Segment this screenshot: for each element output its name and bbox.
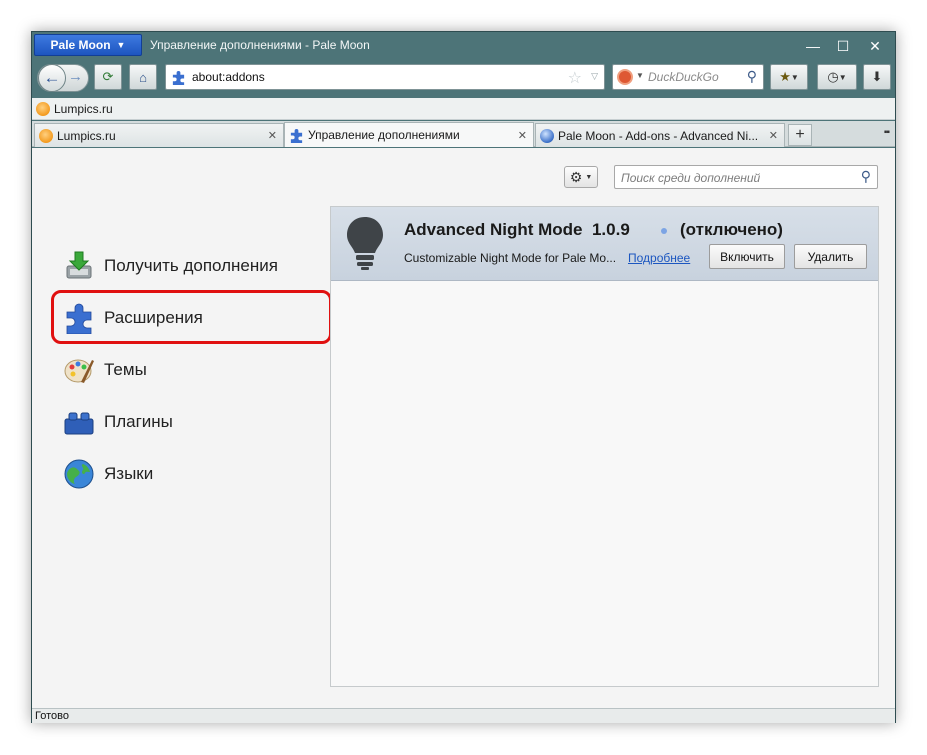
search-engine-placeholder: DuckDuckGo	[648, 70, 719, 84]
tab-addons-manager[interactable]: Управление дополнениями ✕	[284, 122, 534, 147]
enable-addon-button[interactable]: Включить	[709, 244, 785, 269]
addon-more-link[interactable]: Подробнее	[628, 251, 690, 265]
lumpics-favicon-icon	[39, 128, 53, 143]
tab-lumpics[interactable]: Lumpics.ru ✕	[34, 123, 284, 147]
page-window-title: Управление дополнениями - Pale Moon	[150, 38, 370, 52]
download-addons-icon	[62, 249, 96, 283]
close-tab-icon[interactable]: ✕	[769, 129, 778, 142]
category-label: Языки	[104, 464, 154, 483]
clock-icon: ◷	[827, 69, 839, 84]
category-get-addons[interactable]: Получить дополнения	[62, 246, 322, 286]
pale-moon-globe-icon	[540, 128, 554, 143]
addon-description: Customizable Night Mode for Pale Mo...	[404, 251, 617, 265]
lumpics-favicon-icon	[36, 102, 50, 116]
bookmark-item[interactable]: Lumpics.ru	[36, 102, 113, 116]
home-button[interactable]: ⌂	[129, 64, 157, 90]
arrow-right-icon: →	[68, 68, 83, 85]
extensions-highlight-frame	[51, 290, 332, 344]
duckduckgo-icon[interactable]	[617, 69, 633, 85]
remove-addon-button[interactable]: Удалить	[794, 244, 867, 269]
app-menu-button[interactable]: Pale Moon ▼	[34, 34, 142, 56]
downloads-button[interactable]: ⬇	[863, 64, 891, 90]
search-icon[interactable]: ⚲	[861, 168, 871, 185]
engine-dropdown-icon[interactable]: ▼	[636, 71, 644, 80]
navigation-toolbar: ← → ⟳ ⌂ about:addons ☆ ▽ ▼ DuckDuckGo ⚲	[32, 60, 895, 96]
history-menu-button[interactable]: ◷ ▼	[817, 64, 857, 90]
category-languages[interactable]: Языки	[62, 454, 322, 494]
category-label: Получить дополнения	[104, 256, 278, 275]
tab-strip: Lumpics.ru ✕ Управление дополнениями ✕ P…	[32, 121, 895, 147]
bookmarks-menu-button[interactable]: ★ ▼	[770, 64, 808, 90]
globe-icon	[62, 457, 96, 491]
bookmark-star-icon[interactable]: ☆	[568, 68, 582, 88]
addon-status: (отключено)	[680, 220, 783, 239]
addons-search-placeholder: Поиск среди дополнений	[621, 171, 761, 185]
close-tab-icon[interactable]: ✕	[268, 129, 277, 142]
back-button[interactable]: ←	[38, 64, 66, 92]
bookmarks-toolbar: Lumpics.ru	[32, 98, 895, 120]
download-arrow-icon: ⬇	[871, 69, 883, 84]
window-close-button[interactable]: ✕	[860, 36, 890, 56]
forward-button[interactable]: →	[68, 68, 83, 85]
tab-label: Lumpics.ru	[57, 128, 116, 143]
web-search-bar[interactable]: ▼ DuckDuckGo ⚲	[612, 64, 764, 90]
grid-dots-icon: ▪▪	[883, 127, 890, 138]
back-forward-group: ← →	[37, 64, 89, 92]
bookmark-label: Lumpics.ru	[54, 102, 113, 116]
close-tab-icon[interactable]: ✕	[518, 129, 527, 142]
reload-icon: ⟳	[102, 69, 114, 84]
addons-manager-content: ⚙ ▼ Поиск среди дополнений ⚲ Получить до…	[32, 148, 895, 708]
addon-name: Advanced Night Mode 1.0.9	[404, 220, 630, 239]
category-label: Плагины	[104, 412, 173, 431]
chevron-down-icon: ▼	[585, 173, 593, 181]
window-maximize-button[interactable]: ☐	[828, 36, 858, 56]
home-icon: ⌂	[139, 69, 147, 85]
addon-list-item[interactable]: Advanced Night Mode 1.0.9 (отключено) Cu…	[331, 207, 878, 281]
browser-frame: Pale Moon ▼ Управление дополнениями - Pa…	[31, 31, 896, 723]
plus-icon: +	[795, 126, 805, 143]
tab-label: Pale Moon - Add-ons - Advanced Ni...	[558, 128, 759, 143]
status-dot-icon	[661, 228, 667, 234]
window-minimize-button[interactable]: —	[798, 36, 828, 56]
puzzle-piece-icon	[172, 70, 185, 85]
search-icon[interactable]: ⚲	[747, 68, 757, 85]
arrow-left-icon: ←	[43, 68, 61, 87]
status-bar: Готово	[32, 708, 895, 723]
lego-brick-icon	[62, 405, 96, 439]
puzzle-piece-icon	[290, 128, 303, 143]
tools-gear-button[interactable]: ⚙ ▼	[564, 166, 598, 188]
category-label: Темы	[104, 360, 147, 379]
url-history-dropdown-icon[interactable]: ▽	[591, 71, 598, 82]
chevron-down-icon: ▼	[790, 72, 799, 82]
url-text: about:addons	[192, 70, 265, 84]
tab-pale-moon-addons[interactable]: Pale Moon - Add-ons - Advanced Ni... ✕	[535, 123, 785, 147]
url-bar[interactable]: about:addons ☆ ▽	[165, 64, 605, 90]
chevron-down-icon: ▼	[838, 72, 847, 82]
addons-search-input[interactable]: Поиск среди дополнений ⚲	[614, 165, 878, 189]
chevron-down-icon: ▼	[116, 40, 126, 50]
tab-list-button[interactable]: ▪▪	[883, 127, 890, 138]
category-themes[interactable]: Темы	[62, 350, 322, 390]
app-menu-label: Pale Moon	[50, 38, 111, 52]
category-plugins[interactable]: Плагины	[62, 402, 322, 442]
reload-button[interactable]: ⟳	[94, 64, 122, 90]
status-text: Готово	[35, 710, 69, 722]
lightbulb-icon	[347, 217, 383, 270]
window-title-bar: Pale Moon ▼ Управление дополнениями - Pa…	[32, 32, 895, 60]
bookmarks-icon: ★	[779, 69, 791, 84]
tab-label: Управление дополнениями	[308, 128, 460, 142]
palette-icon	[62, 353, 96, 387]
gear-icon: ⚙	[569, 168, 583, 185]
new-tab-button[interactable]: +	[788, 124, 812, 146]
addons-list-pane: Advanced Night Mode 1.0.9 (отключено) Cu…	[330, 206, 879, 687]
